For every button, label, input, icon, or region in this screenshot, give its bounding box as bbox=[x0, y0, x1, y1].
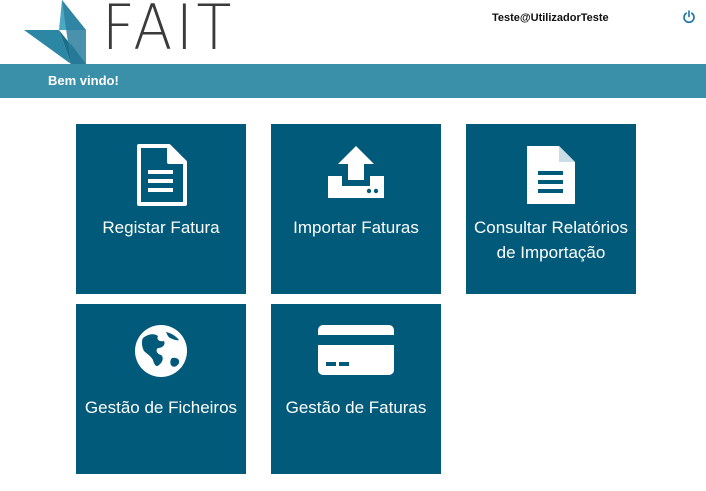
welcome-message: Bem vindo! bbox=[48, 73, 119, 88]
logo-mark-icon bbox=[24, 0, 86, 64]
tile-label: Consultar Relatórios de Importação bbox=[466, 215, 636, 265]
user-name[interactable]: Teste@UtilizadorTeste bbox=[492, 12, 609, 24]
tile-consultar-relatorios[interactable]: Consultar Relatórios de Importação bbox=[466, 124, 636, 294]
report-document-icon bbox=[527, 146, 575, 204]
tile-label: Gestão de Faturas bbox=[285, 398, 427, 417]
tile-registar-fatura[interactable]: Registar Fatura bbox=[76, 124, 246, 294]
credit-card-icon bbox=[318, 325, 394, 375]
document-icon bbox=[137, 144, 187, 206]
tile-label: Importar Faturas bbox=[293, 218, 419, 237]
tile-label: Gestão de Ficheiros bbox=[84, 398, 238, 417]
globe-icon bbox=[135, 325, 187, 377]
upload-icon bbox=[328, 146, 384, 198]
tile-label: Registar Fatura bbox=[102, 218, 220, 237]
app-page: FAIT Teste@UtilizadorTeste Bem vindo! Re… bbox=[0, 0, 706, 491]
fait-logo: FAIT bbox=[24, 0, 231, 64]
tile-gestao-faturas[interactable]: Gestão de Faturas bbox=[271, 304, 441, 474]
tile-label-line-1: Consultar Relatórios bbox=[473, 218, 628, 237]
power-logout-icon[interactable] bbox=[682, 10, 696, 24]
welcome-bar: Bem vindo! bbox=[0, 64, 706, 98]
tile-gestao-ficheiros[interactable]: Gestão de Ficheiros bbox=[76, 304, 246, 474]
tile-label-line-2: de Importação bbox=[496, 243, 606, 262]
logo-wordmark: FAIT bbox=[102, 0, 235, 64]
tile-importar-faturas[interactable]: Importar Faturas bbox=[271, 124, 441, 294]
